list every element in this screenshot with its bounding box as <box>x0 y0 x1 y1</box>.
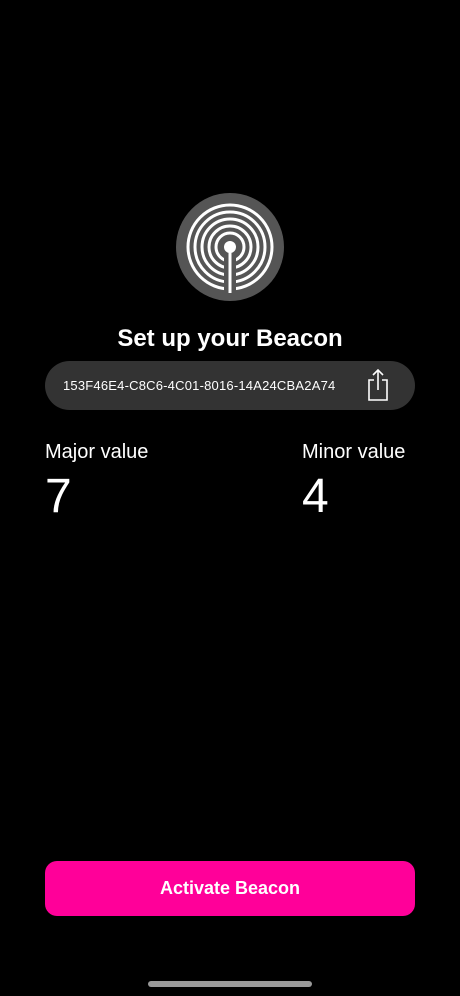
page-title: Set up your Beacon <box>117 325 343 352</box>
beacon-setup-screen: Set up your Beacon 153F46E4-C8C6-4C01-80… <box>0 0 460 996</box>
minor-value-label: Minor value <box>302 441 406 463</box>
major-value: 7 <box>45 470 72 523</box>
uuid-text: 153F46E4-C8C6-4C01-8016-14A24CBA2A74 <box>63 378 336 393</box>
share-icon <box>368 368 388 401</box>
share-button[interactable] <box>365 368 391 402</box>
minor-value: 4 <box>302 470 329 523</box>
activate-beacon-button[interactable]: Activate Beacon <box>45 861 415 916</box>
uuid-field: 153F46E4-C8C6-4C01-8016-14A24CBA2A74 <box>45 361 415 410</box>
home-indicator <box>148 981 312 987</box>
major-value-label: Major value <box>45 441 149 463</box>
beacon-broadcast-icon <box>176 193 284 301</box>
beacon-rings-graphic <box>186 203 274 297</box>
